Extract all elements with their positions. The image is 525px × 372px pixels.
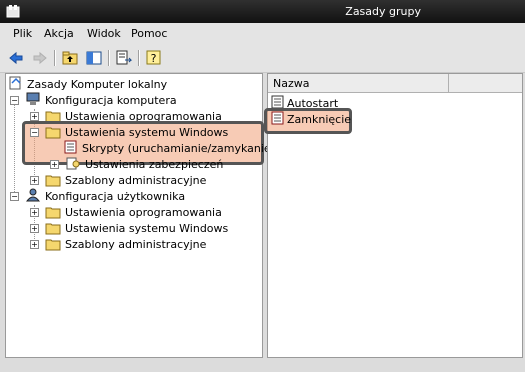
menu-help[interactable]: Pomoc xyxy=(131,27,167,40)
window-title: Zasady grupy xyxy=(345,5,421,18)
up-folder-icon[interactable] xyxy=(60,48,80,68)
app-icon xyxy=(6,5,20,18)
column-header-empty[interactable] xyxy=(449,74,522,93)
policy-root-icon xyxy=(9,76,21,90)
toolbar-separator xyxy=(54,50,56,66)
menu-file[interactable]: Plik xyxy=(13,27,32,40)
menu-action[interactable]: Akcja xyxy=(44,27,74,40)
folder-icon xyxy=(45,175,61,187)
group-policy-window: Zasady grupy Plik Akcja Widok Pomoc ? Za… xyxy=(0,0,525,372)
tree-item[interactable]: + Ustawienia systemu Windows xyxy=(8,220,258,236)
tree-label: Szablony administracyjne xyxy=(65,238,207,251)
tree-label: Ustawienia systemu Windows xyxy=(65,222,229,235)
toolbar: ? xyxy=(0,44,525,73)
script-icon xyxy=(271,95,284,109)
back-arrow-icon[interactable] xyxy=(6,48,26,68)
computer-icon xyxy=(26,92,40,105)
expand-icon[interactable]: + xyxy=(30,208,39,217)
folder-icon xyxy=(45,239,61,251)
tree-computer-config[interactable]: − Konfiguracja komputera xyxy=(8,92,258,108)
toolbar-separator xyxy=(108,50,110,66)
column-header-name[interactable]: Nazwa xyxy=(268,74,449,93)
collapse-icon[interactable]: − xyxy=(30,128,39,137)
tree-root-label: Zasady Komputer lokalny xyxy=(27,78,168,91)
collapse-icon[interactable]: − xyxy=(10,192,19,201)
folder-icon xyxy=(45,223,61,235)
list-item-label: Zamknięcie xyxy=(287,113,352,126)
toolbar-separator xyxy=(138,50,140,66)
show-hide-tree-icon[interactable] xyxy=(84,48,104,68)
script-icon xyxy=(64,140,77,154)
folder-open-icon xyxy=(45,127,61,139)
help-icon[interactable]: ? xyxy=(144,48,164,68)
tree-item[interactable]: + Szablony administracyjne xyxy=(8,236,258,252)
folder-icon xyxy=(45,207,61,219)
tree-label: Ustawienia systemu Windows xyxy=(65,126,229,139)
tree-item[interactable]: + Ustawienia zabezpieczeń xyxy=(8,156,258,172)
user-icon xyxy=(25,188,41,202)
tree-label: Ustawienia zabezpieczeń xyxy=(85,158,224,171)
tree-item[interactable]: + Ustawienia oprogramowania xyxy=(8,204,258,220)
tree-item-scripts[interactable]: Skrypty (uruchamianie/zamykanie) xyxy=(8,140,275,156)
tree-item-windows-settings[interactable]: − Ustawienia systemu Windows xyxy=(8,124,258,140)
tree-label: Skrypty (uruchamianie/zamykanie) xyxy=(82,142,275,155)
menu-view[interactable]: Widok xyxy=(87,27,121,40)
tree-label: Ustawienia oprogramowania xyxy=(65,206,222,219)
script-icon xyxy=(271,111,284,125)
tree-pane[interactable]: Zasady Komputer lokalny − Konfiguracja k… xyxy=(5,73,275,358)
list-pane[interactable]: Nazwa Autostart Zamknięcie xyxy=(264,73,523,358)
tree-item[interactable]: + Szablony administracyjne xyxy=(8,172,258,188)
tree-root[interactable]: Zasady Komputer lokalny xyxy=(8,76,258,92)
security-icon xyxy=(66,157,80,170)
expand-icon[interactable]: + xyxy=(30,240,39,249)
export-list-icon[interactable] xyxy=(114,48,134,68)
column-header-label: Nazwa xyxy=(273,77,310,90)
menu-bar: Plik Akcja Widok Pomoc xyxy=(0,23,525,44)
tree-label: Szablony administracyjne xyxy=(65,174,207,187)
list-item-shutdown[interactable]: Zamknięcie xyxy=(270,111,510,127)
collapse-icon[interactable]: − xyxy=(10,96,19,105)
forward-arrow-icon[interactable] xyxy=(30,48,50,68)
expand-icon[interactable]: + xyxy=(30,224,39,233)
svg-text:?: ? xyxy=(151,52,157,65)
title-bar[interactable]: Zasady grupy xyxy=(0,0,525,23)
tree-label: Konfiguracja użytkownika xyxy=(45,190,186,203)
expand-icon[interactable]: + xyxy=(30,112,39,121)
tree-user-config[interactable]: − Konfiguracja użytkownika xyxy=(8,188,258,204)
expand-icon[interactable]: + xyxy=(50,160,59,169)
expand-icon[interactable]: + xyxy=(30,176,39,185)
tree-label: Konfiguracja komputera xyxy=(45,94,177,107)
